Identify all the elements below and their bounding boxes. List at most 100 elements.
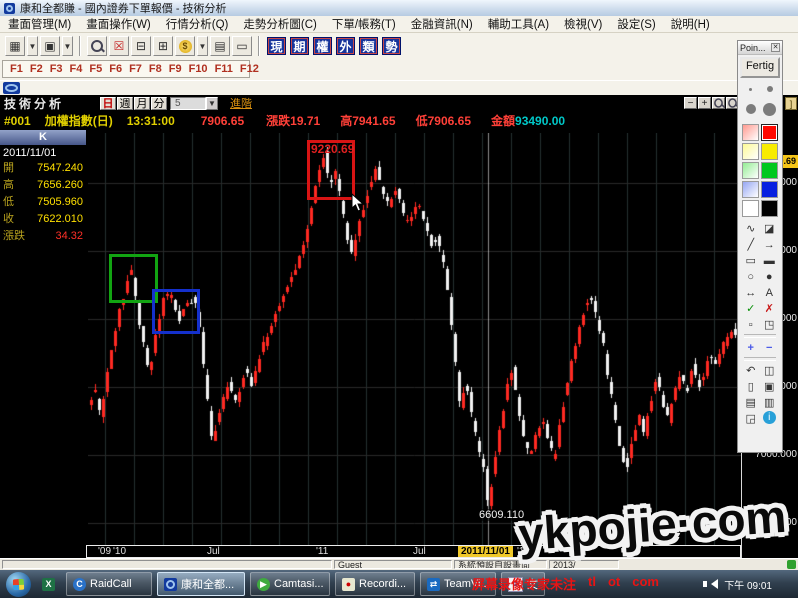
undo-tool-icon[interactable]: ↶ (742, 363, 760, 378)
pen-size-option[interactable] (741, 98, 760, 122)
ellipse-filled-tool-icon[interactable]: ● (761, 269, 779, 284)
layout-grid-button[interactable]: ▦ (5, 36, 25, 56)
menu-item-help[interactable]: 說明(H) (671, 16, 710, 32)
color-swatch-solid[interactable] (761, 181, 778, 198)
close-icon[interactable]: ✕ (771, 43, 780, 52)
money-dropdown-arrow[interactable]: ▼ (197, 36, 208, 56)
menu-item-trend-chart[interactable]: 走勢分析圖(C) (243, 16, 316, 32)
pen-size-option[interactable] (760, 98, 779, 122)
ellipse-tool-icon[interactable]: ○ (742, 269, 760, 284)
app-logo-icon[interactable] (3, 82, 20, 94)
arrow-tool-icon[interactable]: → (761, 237, 779, 252)
cross-tool-icon[interactable]: ✗ (761, 301, 779, 316)
fkey-f6[interactable]: F6 (109, 63, 122, 75)
fkey-f5[interactable]: F5 (89, 63, 102, 75)
magnifier-button[interactable] (712, 97, 725, 109)
close-message-button[interactable]: ☒ (109, 36, 129, 56)
tray-icon[interactable] (787, 560, 796, 569)
speaker-icon[interactable] (706, 579, 718, 589)
color-swatch-solid[interactable] (761, 143, 778, 160)
zoom-in-tool-icon[interactable]: + (742, 340, 760, 355)
menu-item-screen-op[interactable]: 畫面操作(W) (86, 16, 151, 32)
monitor-button[interactable]: ▣ (40, 36, 60, 56)
check-tool-icon[interactable]: ✓ (742, 301, 760, 316)
eraser-tool-icon[interactable]: ◪ (761, 221, 779, 236)
taskbar-item-raidcall[interactable]: C RaidCall (66, 572, 152, 596)
taskbar-item-recorder[interactable]: ● Recordi... (335, 572, 415, 596)
market-button-stock[interactable]: 現 (267, 37, 286, 55)
color-swatch-solid[interactable] (761, 124, 778, 141)
menu-item-quote-analysis[interactable]: 行情分析(Q) (166, 16, 229, 32)
split-horizontal-button[interactable]: ⊟ (131, 36, 151, 56)
fkey-f4[interactable]: F4 (70, 63, 83, 75)
period-button-minute[interactable]: 分 (151, 97, 167, 110)
screenshot-tool-icon[interactable]: ◲ (742, 411, 760, 426)
taskbar-item-camtasia[interactable]: ▶ Camtasi... (250, 572, 330, 596)
fkey-f8[interactable]: F8 (149, 63, 162, 75)
color-swatch-soft[interactable] (742, 124, 759, 141)
color-swatch-solid[interactable] (761, 200, 778, 217)
print-tool-icon[interactable]: ▤ (742, 395, 760, 410)
zoom-in-button[interactable]: + (698, 97, 711, 109)
text-tool-icon[interactable]: A (761, 285, 779, 300)
market-button-trend[interactable]: 勢 (382, 37, 401, 55)
clock[interactable]: 下午 09:01 (724, 577, 772, 592)
select-tool-icon[interactable]: ▫ (742, 317, 760, 332)
zoom-out-button[interactable]: − (684, 97, 697, 109)
search-button[interactable] (87, 36, 107, 56)
menu-item-screen-manage[interactable]: 畫面管理(M) (8, 16, 71, 32)
period-button-month[interactable]: 月 (134, 97, 150, 110)
market-button-warrant[interactable]: 權 (313, 37, 332, 55)
color-swatch-soft[interactable] (742, 162, 759, 179)
market-button-sector[interactable]: 類 (359, 37, 378, 55)
copy-tool-icon[interactable]: ▣ (761, 379, 779, 394)
save-tool-icon[interactable]: ▥ (761, 395, 779, 410)
pen-size-option[interactable] (760, 81, 779, 98)
delete-tool-icon[interactable]: ◫ (761, 363, 779, 378)
layout-dropdown-arrow[interactable]: ▼ (27, 36, 38, 56)
monitor-dropdown-arrow[interactable]: ▼ (62, 36, 73, 56)
fkey-f7[interactable]: F7 (129, 63, 142, 75)
color-swatch-soft[interactable] (742, 143, 759, 160)
rectangle-filled-tool-icon[interactable]: ▬ (761, 253, 779, 268)
menu-item-order-account[interactable]: 下單/帳務(T) (332, 16, 396, 32)
minute-select[interactable]: 5 (170, 97, 206, 110)
menu-item-settings[interactable]: 設定(S) (617, 16, 655, 32)
color-swatch-soft[interactable] (742, 200, 759, 217)
period-button-day[interactable]: 日 (100, 97, 116, 110)
menu-item-finance-info[interactable]: 金融資訊(N) (411, 16, 473, 32)
split-vertical-button[interactable]: ⊞ (153, 36, 173, 56)
window-titlebar[interactable]: 康和全都賺 - 國內證券下單報價 - 技術分析 (0, 0, 798, 16)
done-button[interactable]: Fertig (740, 57, 780, 78)
double-arrow-tool-icon[interactable]: ↔ (742, 285, 760, 300)
period-button-week[interactable]: 週 (117, 97, 133, 110)
menu-item-view[interactable]: 檢視(V) (564, 16, 602, 32)
line-tool-icon[interactable]: ╱ (742, 237, 760, 252)
pen-size-option[interactable] (741, 81, 760, 98)
palette-titlebar[interactable]: Poin... ✕ (738, 41, 782, 55)
new-page-tool-icon[interactable]: ▯ (742, 379, 760, 394)
zoom-select-tool-icon[interactable]: ◳ (761, 317, 779, 332)
minute-select-arrow[interactable]: ▼ (206, 97, 218, 110)
fkey-f2[interactable]: F2 (30, 63, 43, 75)
fkey-f9[interactable]: F9 (169, 63, 182, 75)
info-tool-icon[interactable]: i (763, 411, 776, 424)
start-button[interactable] (6, 572, 31, 597)
print-button[interactable]: ▤ (210, 36, 230, 56)
fkey-f11[interactable]: F11 (215, 63, 233, 75)
candlestick-plot[interactable]: 9220.696609.110 (88, 133, 741, 545)
market-button-futures[interactable]: 期 (290, 37, 309, 55)
fkey-f10[interactable]: F10 (189, 63, 208, 75)
menu-item-tools[interactable]: 輔助工具(A) (488, 16, 549, 32)
advanced-link[interactable]: 進階 (230, 95, 252, 111)
taskbar-item-trading-app[interactable]: 康和全都... (157, 572, 245, 596)
mini-window-button[interactable]: ▭ (232, 36, 252, 56)
rectangle-tool-icon[interactable]: ▭ (742, 253, 760, 268)
money-button[interactable]: $ (175, 36, 195, 56)
market-button-foreign[interactable]: 外 (336, 37, 355, 55)
pen-tool-icon[interactable]: ∿ (742, 221, 760, 236)
taskbar-item-excel[interactable]: X (36, 573, 61, 595)
partial-hidden-button[interactable]: ] (785, 97, 797, 110)
color-swatch-solid[interactable] (761, 162, 778, 179)
color-swatch-soft[interactable] (742, 181, 759, 198)
